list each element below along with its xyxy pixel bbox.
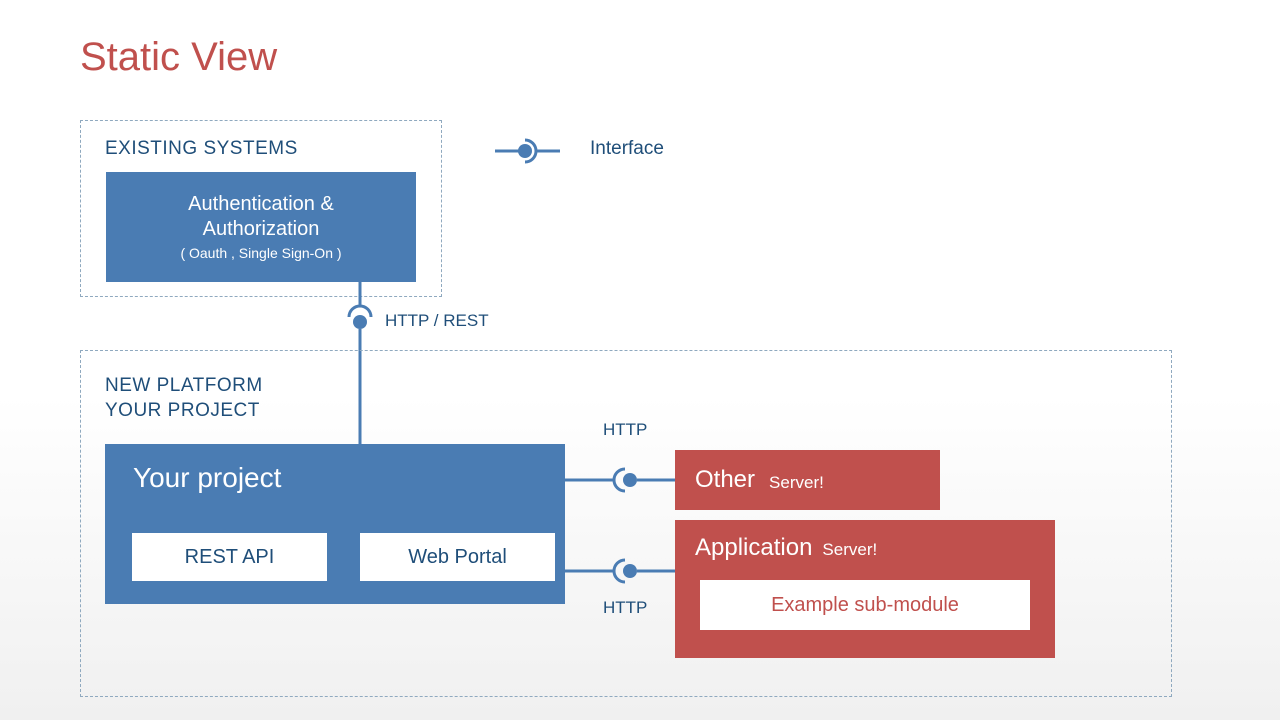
- connector-to-other: [565, 465, 675, 495]
- interface-legend-label: Interface: [590, 138, 664, 160]
- connector-to-appserver: [565, 556, 675, 586]
- auth-line1: Authentication &: [188, 193, 334, 216]
- page-title: Static View: [80, 35, 277, 80]
- web-portal-block: Web Portal: [360, 533, 555, 581]
- connector-httprest-label: HTTP / REST: [385, 311, 489, 331]
- interface-legend-icon: [495, 138, 560, 164]
- other-server-block: Other Server!: [675, 450, 940, 510]
- auth-line3: ( Oauth , Single Sign-On ): [180, 245, 341, 261]
- http-label-top: HTTP: [603, 420, 647, 440]
- rest-api-block: REST API: [132, 533, 327, 581]
- your-project-title: Your project: [133, 462, 281, 494]
- diagram-canvas: Static View Interface EXISTING SYSTEMS A…: [0, 0, 1280, 720]
- existing-systems-label: EXISTING SYSTEMS: [105, 138, 298, 160]
- app-title: Application: [695, 534, 812, 562]
- platform-label-1: NEW PLATFORM: [105, 375, 263, 397]
- app-subtitle: Server!: [822, 540, 877, 560]
- auth-block: Authentication & Authorization ( Oauth ,…: [106, 172, 416, 282]
- example-submodule-block: Example sub-module: [700, 580, 1030, 630]
- auth-line2: Authorization: [203, 218, 320, 241]
- other-title: Other: [695, 466, 755, 494]
- platform-label-2: YOUR PROJECT: [105, 400, 260, 422]
- http-label-bottom: HTTP: [603, 598, 647, 618]
- other-subtitle: Server!: [769, 473, 824, 493]
